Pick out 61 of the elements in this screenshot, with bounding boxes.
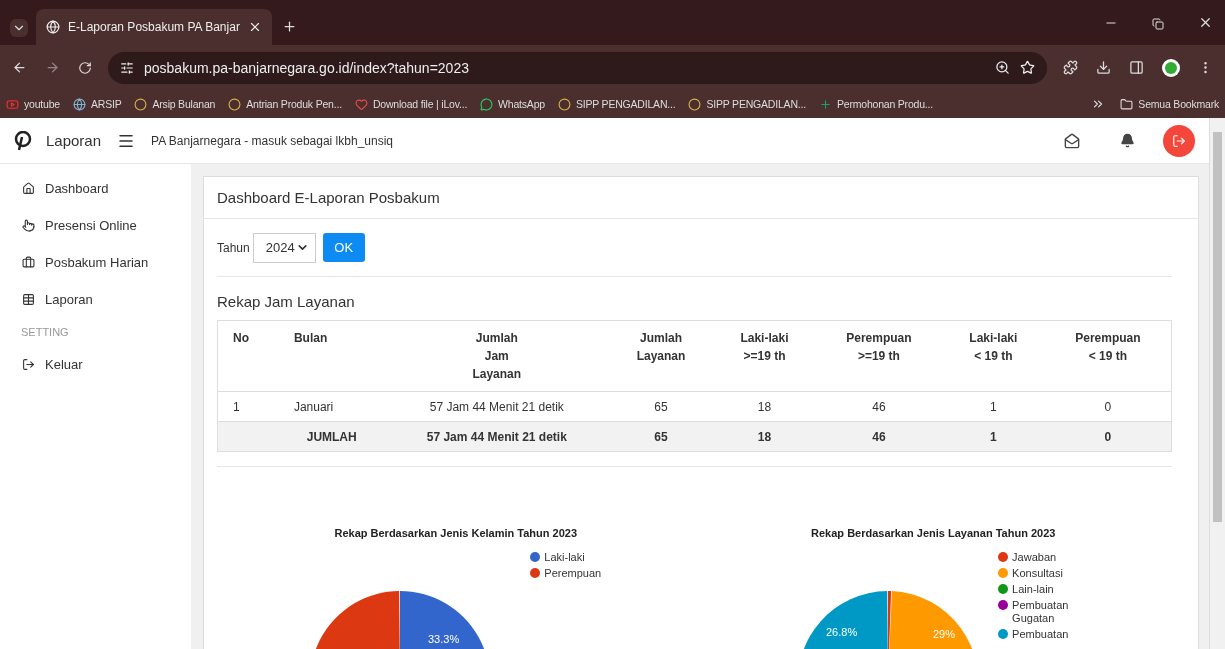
sidebar-item[interactable]: Dashboard [0,170,191,207]
column-header: Laki-laki >=19 th [712,320,816,392]
bookmark[interactable]: SIPP PENGADILAN... [557,97,676,111]
year-select[interactable]: 2024 [252,232,316,263]
slice-label: 33.3% [428,633,460,645]
ok-button[interactable]: OK [322,233,365,262]
legend-label: Pembuatan [1012,628,1069,641]
table-cell: Januari [278,391,385,422]
sidebar-item[interactable]: Keluar [0,346,191,383]
browser-tab[interactable]: E-Laporan Posbakum PA Banjar [36,9,272,45]
table-cell: 1 [941,421,1045,452]
sidebar-item[interactable]: Posbakum Harian [0,244,191,281]
table-cell: 0 [1044,421,1172,452]
all-bookmarks-folder[interactable]: Semua Bookmark [1120,97,1219,111]
card-title: Dashboard E-Laporan Posbakum [217,189,440,206]
year-label: Tahun [217,240,250,255]
column-header: Perempuan < 19 th [1044,320,1172,392]
table-cell: 57 Jam 44 Menit 21 detik [384,391,610,422]
bookmark[interactable]: Antrian Produk Pen... [228,97,342,111]
bookmark[interactable]: ARSIP [72,97,122,111]
slice-label: 29% [933,628,956,640]
column-header: Laki-laki < 19 th [941,320,1045,392]
column-header: Bulan [278,320,385,392]
bookmark[interactable]: youtube [6,97,60,111]
table-cell: 57 Jam 44 Menit 21 detik [384,421,610,452]
table-cell: 18 [712,421,816,452]
tab-title: E-Laporan Posbakum PA Banjar [68,20,240,34]
table-cell: 46 [815,391,942,422]
column-header: Perempuan >=19 th [815,320,942,392]
sidebar-heading: SETTING [20,325,70,340]
legend-label: Perempuan [544,567,602,580]
column-header: Jumlah Layanan [609,320,713,392]
table-cell: 1 [941,391,1045,422]
column-header: Jumlah Jam Layanan [384,320,610,392]
bookmark[interactable]: SIPP PENGADILAN... [688,97,806,111]
table-cell: JUMLAH [278,421,385,452]
table-cell: 18 [712,391,816,422]
table-cell: 1 [217,391,279,422]
address-bar[interactable]: posbakum.pa-banjarnegara.go.id/index?tahun=2023 [108,51,1047,84]
slice-label: 26.8% [826,626,858,638]
header-subtitle: PA Banjarnegara - masuk sebagai lkbh_unsiq [151,133,394,148]
bookmark[interactable]: Arsip Bulanan [134,97,216,111]
column-header: No [217,320,279,392]
table-cell: 65 [609,421,713,452]
chart-title: Rekap Berdasarkan Jenis Kelamin Tahun 2023 [334,527,577,539]
bookmark[interactable]: WhatsApp [480,97,545,111]
legend-label: Laki-laki [544,551,585,564]
section-title: Rekap Jam Layanan [217,292,356,312]
table-cell: 65 [609,391,713,422]
bookmark[interactable]: Download file | iLov... [354,97,468,111]
legend-label: Konsultasi [1012,567,1063,580]
legend-label: Pembuatan Gugatan [1012,599,1069,625]
brand-name: Laporan [46,132,102,149]
bookmark[interactable]: Permohonan Produ... [818,97,933,111]
legend-label: Lain-lain [1012,583,1054,596]
sidebar-item[interactable]: Laporan [0,281,191,318]
table-cell: 0 [1044,391,1172,422]
chart-title: Rekap Berdasarkan Jenis Layanan Tahun 2023 [811,527,1056,539]
table-cell: 46 [815,421,942,452]
legend-label: Jawaban [1012,551,1057,564]
sidebar-item[interactable]: Presensi Online [0,207,191,244]
